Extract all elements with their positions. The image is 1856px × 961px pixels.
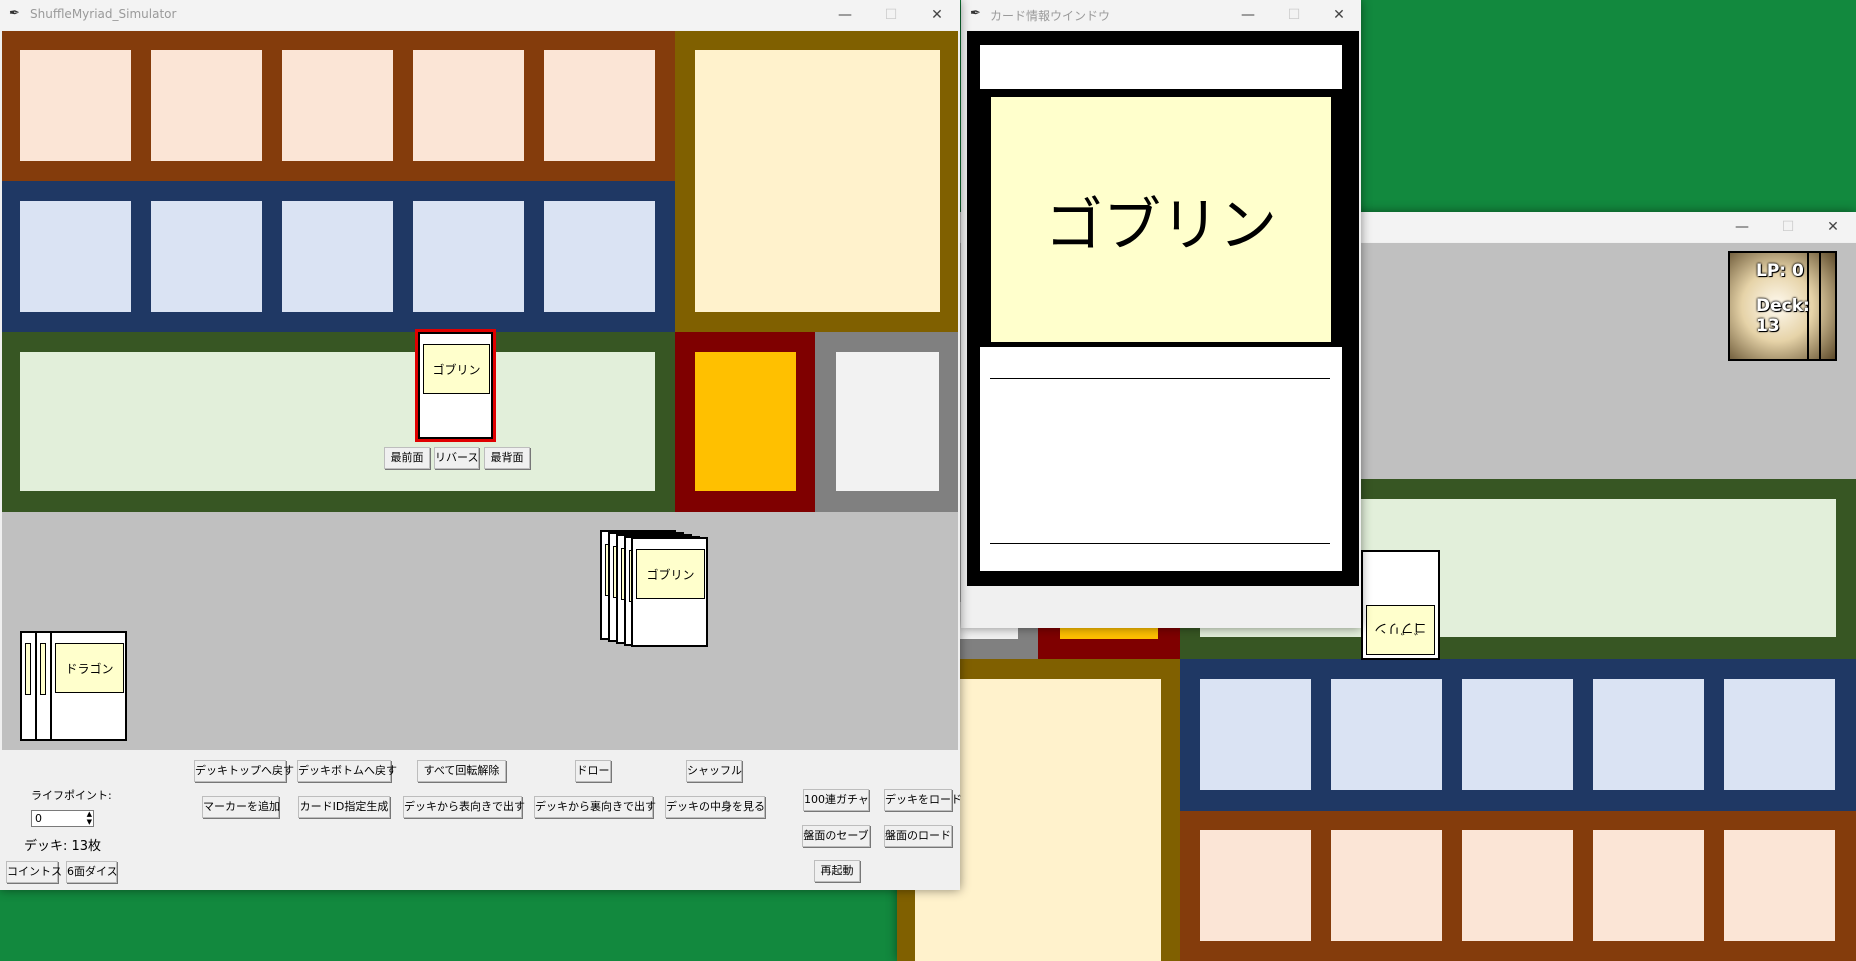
deck-top-card-name: ゴブリン bbox=[636, 549, 705, 599]
opponent-lp: LP: 0 bbox=[1756, 261, 1804, 281]
brown-slot[interactable] bbox=[282, 50, 393, 161]
main-window: ✒ ShuffleMyriad_Simulator — ☐ ✕ ゴブリン 最前面… bbox=[0, 0, 962, 890]
life-point-label: ライフポイント: bbox=[31, 789, 112, 802]
life-point-spinbox[interactable]: 0 ▲ ▼ bbox=[31, 810, 94, 827]
unrotate-all-button[interactable]: すべて回転解除 bbox=[417, 760, 506, 782]
opponent-field-brown bbox=[1180, 811, 1856, 961]
opponent-card-name: ゴブリン bbox=[1366, 605, 1435, 655]
blue-slot[interactable] bbox=[413, 201, 524, 312]
grave-top-card-name: ドラゴン bbox=[55, 643, 124, 693]
brown-slot[interactable] bbox=[544, 50, 655, 161]
green-zone bbox=[2, 332, 675, 512]
opponent-deck: Deck: 13 bbox=[1756, 296, 1810, 336]
brown-slot[interactable] bbox=[413, 50, 524, 161]
maximize-icon[interactable]: ☐ bbox=[868, 0, 914, 30]
close-icon[interactable]: ✕ bbox=[1810, 212, 1856, 242]
olive-zone bbox=[675, 31, 958, 332]
deck-count-label: デッキ: 13枚 bbox=[24, 839, 102, 854]
blue-slot[interactable] bbox=[151, 201, 262, 312]
life-point-value: 0 bbox=[35, 812, 42, 825]
load-board-button[interactable]: 盤面のロード bbox=[884, 825, 952, 847]
grave-top-card[interactable]: ドラゴン bbox=[50, 631, 127, 741]
deck-top-card[interactable]: ゴブリン bbox=[631, 537, 708, 647]
green-slot[interactable] bbox=[20, 352, 655, 491]
red-zone bbox=[675, 332, 815, 512]
info-card-text bbox=[980, 347, 1342, 571]
info-card-header bbox=[980, 45, 1342, 89]
reverse-button[interactable]: リバース bbox=[434, 447, 479, 469]
view-deck-button[interactable]: デッキの中身を見る bbox=[665, 796, 765, 818]
info-card-name: ゴブリン bbox=[991, 97, 1331, 342]
brown-slot[interactable] bbox=[20, 50, 131, 161]
six-sided-dice-button[interactable]: 6面ダイス bbox=[66, 861, 118, 883]
opponent-card[interactable]: ゴブリン bbox=[1361, 550, 1440, 660]
red-slot[interactable] bbox=[695, 352, 796, 491]
olive-slot[interactable] bbox=[695, 50, 940, 312]
minimize-icon[interactable]: — bbox=[822, 0, 868, 30]
spin-down-icon[interactable]: ▼ bbox=[87, 819, 92, 826]
close-icon[interactable]: ✕ bbox=[914, 0, 960, 30]
maximize-icon[interactable]: ☐ bbox=[1271, 0, 1317, 30]
return-to-deck-bottom-button[interactable]: デッキボトムへ戻す bbox=[297, 760, 397, 782]
deck-face-down-button[interactable]: デッキから裏向きで出す bbox=[534, 796, 656, 818]
gray-zone bbox=[815, 332, 958, 512]
feather-icon: ✒ bbox=[970, 6, 981, 21]
info-window-title: カード情報ウインドウ bbox=[990, 9, 1111, 23]
card-in-play-name: ゴブリン bbox=[423, 344, 490, 394]
send-to-back-button[interactable]: 最背面 bbox=[484, 447, 530, 469]
info-card: ゴブリン bbox=[967, 31, 1359, 586]
minimize-icon[interactable]: — bbox=[1225, 0, 1271, 30]
hand-zone bbox=[2, 512, 958, 750]
add-marker-button[interactable]: マーカーを追加 bbox=[202, 796, 280, 818]
brown-slot[interactable] bbox=[151, 50, 262, 161]
gacha-100-button[interactable]: 100連ガチャ bbox=[803, 789, 869, 811]
minimize-icon[interactable]: — bbox=[1719, 212, 1765, 242]
blue-zone bbox=[2, 181, 675, 332]
bring-to-front-button[interactable]: 最前面 bbox=[384, 447, 430, 469]
load-deck-button[interactable]: デッキをロード bbox=[884, 789, 962, 811]
opponent-field-blue bbox=[1180, 659, 1856, 811]
draw-button[interactable]: ドロー bbox=[575, 760, 611, 782]
card-in-play[interactable]: ゴブリン bbox=[418, 332, 493, 439]
maximize-icon[interactable]: ☐ bbox=[1765, 212, 1811, 242]
feather-icon: ✒ bbox=[9, 6, 20, 21]
main-window-title: ShuffleMyriad_Simulator bbox=[30, 7, 177, 21]
close-icon[interactable]: ✕ bbox=[1316, 0, 1362, 30]
blue-slot[interactable] bbox=[282, 201, 393, 312]
coin-toss-button[interactable]: コイントス bbox=[6, 861, 62, 883]
spin-up-icon[interactable]: ▲ bbox=[87, 811, 92, 818]
create-by-card-id-button[interactable]: カードID指定生成 bbox=[298, 796, 390, 818]
blue-slot[interactable] bbox=[20, 201, 131, 312]
shuffle-button[interactable]: シャッフル bbox=[686, 760, 742, 782]
gray-slot[interactable] bbox=[836, 352, 939, 491]
save-board-button[interactable]: 盤面のセーブ bbox=[802, 825, 870, 847]
restart-button[interactable]: 再起動 bbox=[814, 860, 860, 882]
brown-zone bbox=[2, 31, 675, 181]
opponent-status-box: LP: 0 Deck: 13 bbox=[1728, 251, 1837, 361]
deck-face-up-button[interactable]: デッキから表向きで出す bbox=[403, 796, 525, 818]
return-to-deck-top-button[interactable]: デッキトップへ戻す bbox=[194, 760, 294, 782]
card-info-window: ✒ カード情報ウインドウ — ☐ ✕ ゴブリン bbox=[961, 0, 1361, 628]
blue-slot[interactable] bbox=[544, 201, 655, 312]
